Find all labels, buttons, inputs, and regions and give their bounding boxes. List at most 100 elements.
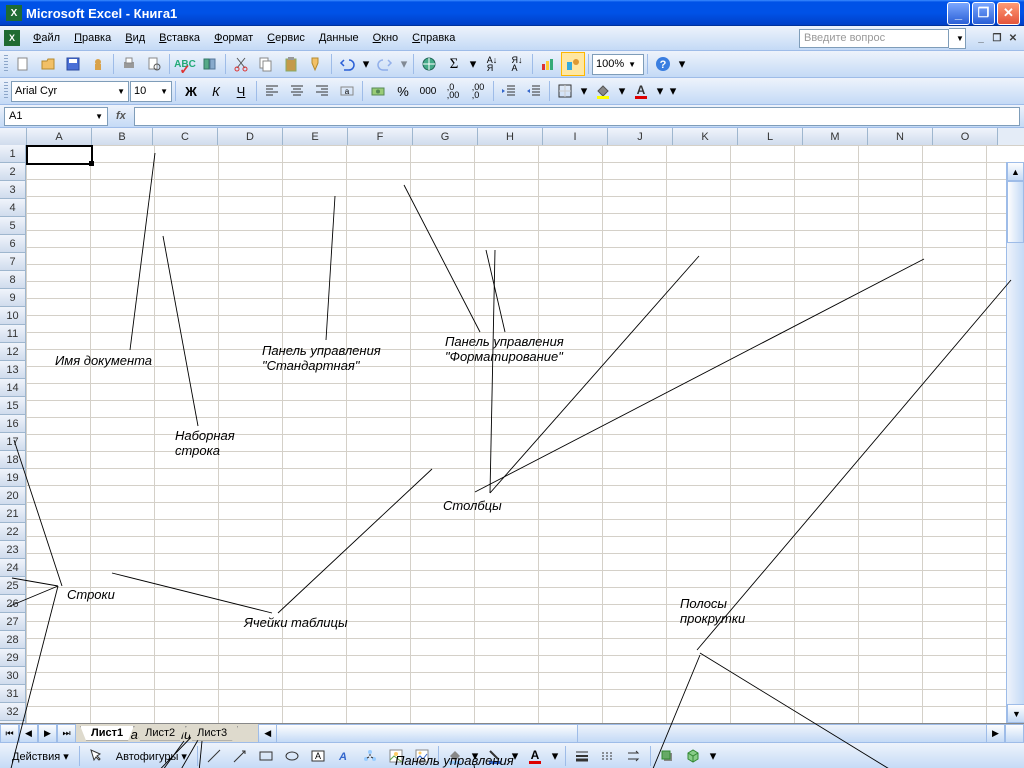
row-header[interactable]: 3 [0,181,26,199]
sheet-tab[interactable]: Лист1 [80,726,134,741]
scroll-thumb[interactable] [277,725,578,742]
line-color-dd[interactable]: ▾ [509,744,521,768]
cut-icon[interactable] [229,52,253,76]
toolbar-options-icon[interactable]: ▾ [707,744,719,768]
fill-color-draw-icon[interactable] [443,744,467,768]
column-header[interactable]: I [543,128,608,146]
sort-desc-icon[interactable]: Я↓А [505,52,529,76]
column-header[interactable]: L [738,128,803,146]
row-header[interactable]: 17 [0,433,26,451]
copy-icon[interactable] [254,52,278,76]
column-header[interactable]: C [153,128,218,146]
column-header[interactable]: G [413,128,478,146]
mdi-minimize-button[interactable]: _ [974,31,988,45]
row-header[interactable]: 9 [0,289,26,307]
tab-next-icon[interactable]: ▶ [38,724,57,743]
menu-окно[interactable]: Окно [366,30,406,46]
scroll-thumb[interactable] [1007,181,1024,243]
column-header[interactable]: K [673,128,738,146]
tab-last-icon[interactable]: ⏭ [57,724,76,743]
mdi-restore-button[interactable]: ❐ [990,31,1004,45]
scroll-right-icon[interactable]: ▶ [986,725,1004,742]
print-preview-icon[interactable] [142,52,166,76]
font-size-combo[interactable]: 10▼ [130,81,172,102]
undo-icon[interactable] [335,52,359,76]
autosum-dd-icon[interactable]: ▾ [467,52,479,76]
name-box[interactable]: A1▼ [4,107,108,126]
column-header[interactable]: M [803,128,868,146]
toolbar-grip[interactable] [4,55,8,73]
font-color-draw-icon[interactable]: A [523,744,547,768]
fill-color-draw-dd[interactable]: ▾ [469,744,481,768]
row-header[interactable]: 29 [0,649,26,667]
row-header[interactable]: 25 [0,577,26,595]
draw-actions-menu[interactable]: Действия ▾ [6,748,75,765]
comma-style-icon[interactable]: 000 [416,79,440,103]
format-painter-icon[interactable] [304,52,328,76]
row-header[interactable]: 16 [0,415,26,433]
menu-правка[interactable]: Правка [67,30,118,46]
align-left-icon[interactable] [260,79,284,103]
row-header[interactable]: 12 [0,343,26,361]
column-header[interactable]: B [92,128,153,146]
minimize-button[interactable]: _ [947,2,970,25]
dash-style-icon[interactable] [596,744,620,768]
wordart-icon[interactable]: A [332,744,356,768]
column-header[interactable]: A [27,128,92,146]
column-header[interactable]: D [218,128,283,146]
close-button[interactable]: ✕ [997,2,1020,25]
align-right-icon[interactable] [310,79,334,103]
row-header[interactable]: 4 [0,199,26,217]
cells-area[interactable] [26,145,1024,723]
autoshapes-menu[interactable]: Автофигуры ▾ [110,748,193,765]
row-header[interactable]: 31 [0,685,26,703]
tab-prev-icon[interactable]: ◀ [19,724,38,743]
help-icon[interactable]: ? [651,52,675,76]
menu-вставка[interactable]: Вставка [152,30,207,46]
line-style-icon[interactable] [570,744,594,768]
row-header[interactable]: 32 [0,703,26,721]
column-header[interactable]: J [608,128,673,146]
new-icon[interactable] [11,52,35,76]
sheet-tab[interactable]: Лист2 [134,726,186,741]
column-header[interactable]: N [868,128,933,146]
sort-asc-icon[interactable]: А↓Я [480,52,504,76]
row-header[interactable]: 21 [0,505,26,523]
arrow-icon[interactable] [228,744,252,768]
mdi-close-button[interactable]: ✕ [1006,31,1020,45]
row-header[interactable]: 18 [0,451,26,469]
row-header[interactable]: 33 [0,721,26,723]
merge-center-icon[interactable]: a [335,79,359,103]
row-header[interactable]: 7 [0,253,26,271]
maximize-button[interactable]: ❐ [972,2,995,25]
permission-icon[interactable] [86,52,110,76]
row-header[interactable]: 10 [0,307,26,325]
menu-данные[interactable]: Данные [312,30,366,46]
row-header[interactable]: 30 [0,667,26,685]
font-color-draw-dd[interactable]: ▾ [549,744,561,768]
row-header[interactable]: 23 [0,541,26,559]
paste-icon[interactable] [279,52,303,76]
toolbar-options-icon[interactable]: ▾ [667,79,679,103]
oval-icon[interactable] [280,744,304,768]
redo-icon[interactable] [373,52,397,76]
menu-сервис[interactable]: Сервис [260,30,312,46]
save-icon[interactable] [61,52,85,76]
horizontal-scrollbar[interactable]: ◀ ▶ [258,724,1005,743]
row-header[interactable]: 26 [0,595,26,613]
fill-color-icon[interactable] [591,79,615,103]
toolbar-options-icon[interactable]: ▾ [676,52,688,76]
row-header[interactable]: 27 [0,613,26,631]
row-header[interactable]: 2 [0,163,26,181]
diagram-icon[interactable] [358,744,382,768]
open-icon[interactable] [36,52,60,76]
underline-button[interactable]: Ч [229,79,253,103]
hyperlink-icon[interactable] [417,52,441,76]
increase-indent-icon[interactable] [522,79,546,103]
row-header[interactable]: 14 [0,379,26,397]
row-header[interactable]: 20 [0,487,26,505]
clipart-icon[interactable] [384,744,408,768]
sheet-tab[interactable]: Лист3 [186,726,238,741]
fill-color-dd-icon[interactable]: ▾ [616,79,628,103]
align-center-icon[interactable] [285,79,309,103]
